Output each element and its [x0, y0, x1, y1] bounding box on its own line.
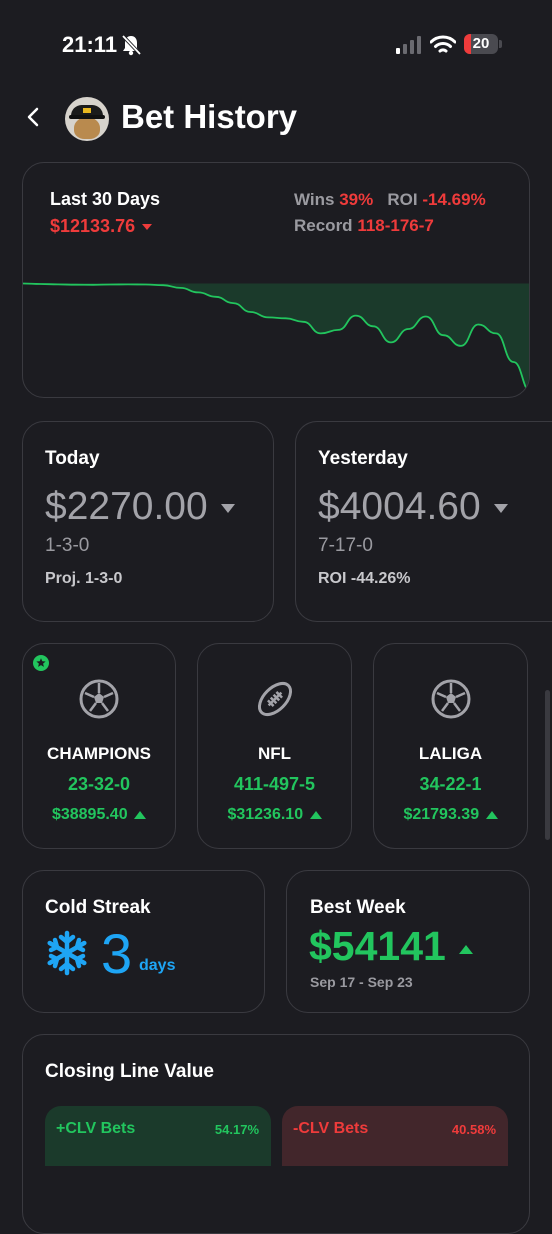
page-title: Bet History — [121, 98, 298, 135]
league-name: NFL — [257, 744, 292, 763]
chart-area-fill — [23, 283, 529, 391]
up-arrow-icon — [309, 810, 322, 819]
yesterday-amount: $4004.60 — [318, 485, 508, 529]
league-record: 411-497-5 — [233, 774, 316, 794]
positive-clv-value: 54.17% — [214, 1122, 259, 1137]
cold-streak-label: Cold Streak — [45, 897, 151, 918]
league-amount: $21793.39 — [374, 806, 527, 824]
league-card-nfl[interactable]: NFL 411-497-5 $31236.10 — [197, 643, 352, 849]
best-week-card[interactable]: Best Week $54141 Sep 17 - Sep 23 — [286, 870, 530, 1013]
today-card[interactable]: Today $2270.00 1-3-0 Proj. 1-3-0 — [22, 421, 274, 622]
league-record: 34-22-1 — [419, 774, 482, 794]
cold-streak-card[interactable]: Cold Streak 3 days — [22, 870, 265, 1013]
soccer-ball-icon — [431, 679, 470, 719]
league-card-champions[interactable]: CHAMPIONS 23-32-0 $38895.40 — [22, 643, 176, 849]
favorite-star-icon — [33, 655, 49, 671]
up-arrow-icon — [134, 810, 147, 819]
league-amount: $38895.40 — [23, 806, 175, 824]
down-arrow-icon — [220, 504, 235, 514]
positive-clv-tile[interactable]: +CLV Bets 54.17% — [45, 1106, 271, 1166]
yesterday-label: Yesterday — [318, 448, 408, 469]
best-week-label: Best Week — [310, 897, 406, 918]
battery-icon: 20 — [464, 34, 502, 54]
bell-muted-icon — [121, 34, 141, 56]
league-amount: $31236.10 — [198, 806, 351, 824]
yesterday-card[interactable]: Yesterday $4004.60 7-17-0 ROI -44.26% — [295, 421, 552, 622]
league-name: CHAMPIONS — [47, 744, 151, 763]
status-time: 21:11 — [62, 32, 118, 57]
football-icon — [257, 681, 292, 717]
down-arrow-icon — [142, 224, 153, 231]
negative-clv-label: -CLV Bets — [293, 1120, 369, 1137]
down-arrow-icon — [493, 504, 508, 514]
best-week-range: Sep 17 - Sep 23 — [310, 974, 413, 990]
snowflake-icon — [47, 930, 87, 976]
yesterday-record: 7-17-0 — [318, 535, 373, 556]
period-amount: $12133.76 — [50, 216, 153, 237]
cold-streak-value: 3 — [101, 922, 133, 985]
pnl-chart[interactable] — [23, 273, 530, 398]
today-amount: $2270.00 — [45, 485, 235, 529]
clv-title: Closing Line Value — [45, 1061, 214, 1082]
summary-stats: Wins 39% ROI -14.69% Record 118-176-7 — [294, 190, 486, 235]
back-chevron-icon[interactable] — [24, 106, 42, 128]
today-label: Today — [45, 448, 100, 469]
summary-card: Last 30 Days $12133.76 Wins 39% ROI -14.… — [22, 162, 530, 398]
negative-clv-value: 40.58% — [451, 1122, 496, 1137]
negative-clv-tile[interactable]: -CLV Bets 40.58% — [282, 1106, 508, 1166]
up-arrow-icon — [459, 944, 474, 954]
league-card-laliga[interactable]: LALIGA 34-22-1 $21793.39 — [373, 643, 528, 849]
clv-card: Closing Line Value +CLV Bets 54.17% -CLV… — [22, 1034, 530, 1234]
today-record: 1-3-0 — [45, 535, 90, 556]
cold-streak-unit: days — [139, 957, 176, 974]
yesterday-roi: ROI -44.26% — [318, 570, 411, 587]
up-arrow-icon — [485, 810, 498, 819]
positive-clv-label: +CLV Bets — [56, 1120, 136, 1137]
league-name: LALIGA — [418, 744, 483, 763]
soccer-ball-icon — [79, 679, 119, 719]
wifi-icon — [430, 35, 456, 53]
today-projection: Proj. 1-3-0 — [45, 570, 123, 587]
battery-level: 20 — [472, 35, 490, 52]
period-label: Last 30 Days — [50, 189, 161, 209]
signal-icon — [396, 36, 421, 54]
scroll-indicator — [545, 690, 550, 840]
league-record: 23-32-0 — [67, 774, 131, 794]
avatar[interactable] — [65, 97, 109, 141]
best-week-amount: $54141 — [309, 923, 474, 970]
